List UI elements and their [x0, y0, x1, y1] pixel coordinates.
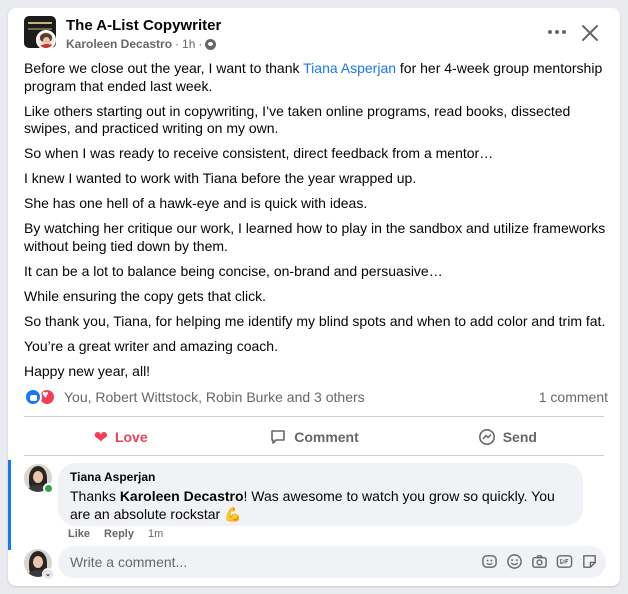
post-body: Before we close out the year, I want to … [24, 60, 609, 388]
post-paragraph: While ensuring the copy gets that click. [24, 287, 267, 304]
flexed-biceps-emoji: 💪 [224, 506, 242, 522]
post-paragraph: So when I was ready to receive consisten… [24, 145, 494, 161]
comment-count[interactable]: 1 comment [539, 389, 608, 405]
meta-separator: · [175, 37, 180, 51]
comment-like-button[interactable]: Like [68, 528, 90, 540]
sticker-icon[interactable] [581, 553, 598, 570]
comment-highlight-bar [8, 460, 11, 550]
post-time[interactable]: 1h [182, 37, 195, 51]
heart-icon: ❤ [93, 427, 108, 447]
author-name[interactable]: Karoleen Decastro [66, 37, 172, 51]
post-paragraph: Before we close out the year, I want to … [24, 60, 603, 94]
composer-tools [481, 553, 598, 570]
post-paragraph: She has one hell of a hawk-eye and is qu… [24, 195, 368, 211]
divider [24, 416, 604, 417]
post-actions: ❤ Love Comment Send [24, 420, 604, 454]
close-icon[interactable] [577, 20, 603, 46]
love-button[interactable]: ❤ Love [24, 420, 217, 454]
comment-composer [58, 546, 606, 578]
comment-text: Thanks Karoleen Decastro! Was awesome to… [70, 488, 555, 522]
divider [24, 455, 604, 456]
meta-separator: · [198, 37, 203, 51]
post-paragraph: It can be a lot to balance being concise… [24, 262, 443, 279]
reactions-row: You, Robert Wittstock, Robin Burke and 3… [24, 387, 608, 407]
post-paragraph: Happy new year, all! [24, 362, 151, 379]
avatar-sticker-icon[interactable] [481, 553, 498, 570]
gif-icon[interactable] [556, 553, 573, 570]
comment-mention[interactable]: Karoleen Decastro [120, 488, 244, 504]
comment-button[interactable]: Comment [217, 420, 410, 454]
chevron-down-icon[interactable]: ⌄ [42, 568, 54, 580]
group-name[interactable]: The A-List Copywriter [66, 17, 221, 34]
post-paragraph: I knew I wanted to work with Tiana befor… [24, 170, 417, 186]
post-header: The A-List Copywriter Karoleen Decastro … [8, 8, 620, 58]
camera-icon[interactable] [531, 553, 548, 570]
comment-time[interactable]: 1m [148, 528, 163, 540]
post-paragraph: So thank you, Tiana, for helping me iden… [24, 312, 606, 329]
post-card: The A-List Copywriter Karoleen Decastro … [8, 8, 620, 586]
online-status-dot [43, 483, 54, 494]
comment-input[interactable] [58, 546, 468, 578]
messenger-icon [478, 429, 495, 445]
comment-icon [271, 430, 286, 444]
comment-meta: Like Reply 1m [68, 528, 163, 540]
globe-icon [205, 38, 217, 50]
post-paragraph: Like others starting out in copywriting,… [24, 102, 571, 137]
comment-reply-button[interactable]: Reply [104, 528, 134, 540]
post-paragraph: By watching her critique our work, I lea… [24, 220, 606, 254]
send-button[interactable]: Send [411, 420, 604, 454]
post-paragraph: You’re a great writer and amazing coach. [24, 337, 278, 354]
post-meta: Karoleen Decastro · 1h · [66, 37, 217, 51]
comment-author[interactable]: Tiana Asperjan [70, 470, 571, 485]
more-horizontal-icon[interactable] [542, 22, 572, 42]
group-avatar-stripe [28, 22, 52, 24]
emoji-icon[interactable] [506, 553, 523, 570]
comment-label: Comment [294, 429, 359, 445]
reactors-summary[interactable]: You, Robert Wittstock, Robin Burke and 3… [64, 389, 365, 405]
comment-bubble: Tiana Asperjan Thanks Karoleen Decastro!… [58, 463, 583, 526]
like-reaction-icon[interactable] [24, 388, 42, 406]
author-avatar[interactable] [36, 30, 56, 50]
mention-link[interactable]: Tiana Asperjan [303, 60, 396, 76]
send-label: Send [502, 429, 537, 445]
love-label: Love [114, 429, 148, 445]
